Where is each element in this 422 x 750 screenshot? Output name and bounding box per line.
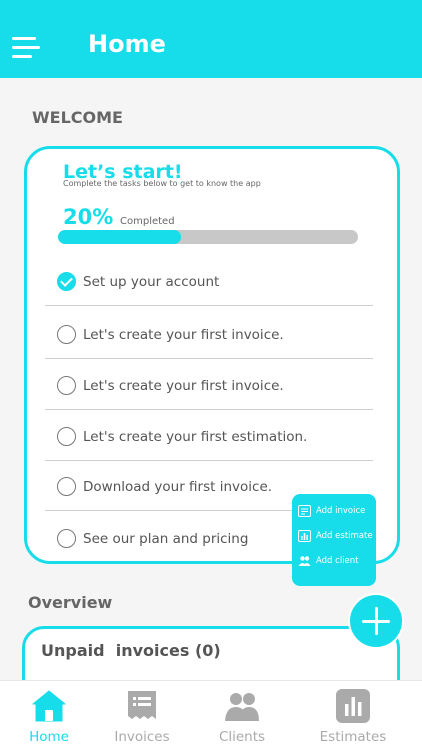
nav-invoices-label: Invoices bbox=[114, 729, 170, 745]
bottom-navigation: Home Invoices Clients Estimates bbox=[0, 680, 422, 750]
onboarding-subtitle: Complete the tasks below to get to know … bbox=[63, 179, 261, 188]
unpaid-invoices-count: (0) bbox=[194, 641, 221, 660]
checkbox[interactable] bbox=[57, 272, 76, 291]
add-invoice-label: Add invoice bbox=[316, 506, 366, 516]
menu-icon[interactable] bbox=[12, 37, 40, 59]
task-label: Set up your account bbox=[83, 274, 220, 290]
progress-label: Completed bbox=[120, 216, 175, 227]
unpaid-invoices-title: Unpaid invoices (0) bbox=[41, 641, 221, 660]
task-label: See our plan and pricing bbox=[83, 531, 249, 547]
add-invoice-action[interactable]: Add invoice bbox=[298, 503, 374, 521]
invoice-icon bbox=[298, 505, 311, 517]
page-title: Home bbox=[88, 30, 166, 58]
home-icon bbox=[32, 690, 66, 722]
nav-home-label: Home bbox=[29, 729, 69, 745]
overview-section-label: Overview bbox=[28, 593, 113, 612]
nav-clients[interactable]: Clients bbox=[200, 681, 284, 750]
task-label: Let's create your first invoice. bbox=[83, 378, 284, 394]
checkbox[interactable] bbox=[57, 376, 76, 395]
checkbox[interactable] bbox=[57, 325, 76, 344]
checkbox[interactable] bbox=[57, 427, 76, 446]
welcome-section-label: WELCOME bbox=[32, 108, 123, 127]
add-button[interactable] bbox=[348, 593, 404, 649]
task-label: Download your first invoice. bbox=[83, 479, 273, 495]
checkbox[interactable] bbox=[57, 477, 76, 496]
unpaid-invoices-label: Unpaid invoices bbox=[41, 641, 190, 660]
task-item[interactable]: Set up your account bbox=[45, 256, 373, 306]
app-header: Home bbox=[0, 0, 422, 78]
progress-bar-fill bbox=[58, 230, 181, 244]
checkbox[interactable] bbox=[57, 529, 76, 548]
quick-actions-menu: Add invoice Add estimate Add client bbox=[292, 494, 376, 586]
add-estimate-label: Add estimate bbox=[316, 531, 373, 541]
nav-invoices[interactable]: Invoices bbox=[100, 681, 184, 750]
nav-estimates-label: Estimates bbox=[319, 729, 387, 745]
task-item[interactable]: Let's create your first invoice. bbox=[45, 309, 373, 359]
invoice-icon bbox=[128, 691, 156, 719]
progress-bar bbox=[58, 230, 358, 244]
estimates-icon bbox=[336, 689, 370, 723]
task-item[interactable]: Let's create your first estimation. bbox=[45, 411, 373, 461]
progress-percent: 20% bbox=[63, 205, 114, 229]
add-estimate-action[interactable]: Add estimate bbox=[298, 528, 374, 546]
nav-clients-label: Clients bbox=[218, 729, 266, 745]
add-client-label: Add client bbox=[316, 556, 359, 566]
task-label: Let's create your first estimation. bbox=[83, 429, 308, 445]
add-client-action[interactable]: Add client bbox=[298, 553, 374, 571]
estimate-icon bbox=[298, 530, 311, 542]
client-icon bbox=[298, 556, 311, 566]
nav-home[interactable]: Home bbox=[7, 681, 91, 750]
task-item[interactable]: Let's create your first invoice. bbox=[45, 360, 373, 410]
clients-icon bbox=[225, 693, 259, 721]
task-label: Let's create your first invoice. bbox=[83, 327, 284, 343]
nav-estimates[interactable]: Estimates bbox=[311, 681, 395, 750]
